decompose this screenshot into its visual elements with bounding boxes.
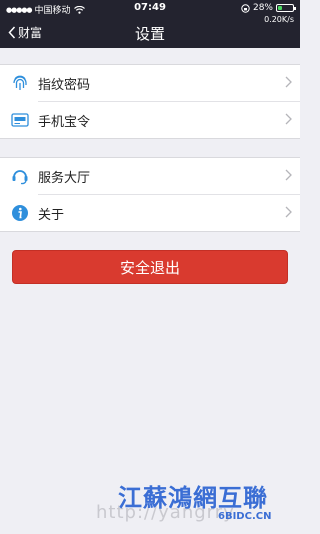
chevron-right-icon <box>285 113 292 125</box>
page-title: 设置 <box>134 25 165 43</box>
chevron-right-icon <box>285 206 292 218</box>
headset-icon <box>10 166 30 186</box>
logout-button[interactable]: 安全退出 <box>12 250 288 284</box>
fingerprint-icon <box>10 73 30 93</box>
row-label: 服务大厅 <box>38 170 91 186</box>
watermark-domain: 6BIDC.CN <box>218 511 272 522</box>
security-group: 指纹密码 手机宝令 <box>0 64 300 139</box>
row-label: 指纹密码 <box>38 77 91 93</box>
service-group: 服务大厅 关于 <box>0 157 300 232</box>
battery-percent: 28% <box>252 3 273 13</box>
info-icon <box>10 203 30 223</box>
watermark-brand: 江蘇鴻網互聯 <box>118 484 268 512</box>
row-label: 关于 <box>38 207 65 223</box>
settings-row-fingerprint[interactable]: 指纹密码 <box>0 65 300 101</box>
settings-row-about[interactable]: 关于 <box>12 194 300 231</box>
token-card-icon <box>10 110 30 130</box>
row-label: 手机宝令 <box>38 114 91 130</box>
navigation-bar: 财富 设置 <box>0 18 300 48</box>
top-bar: ●●●●● 中国移动 07:49 28% 0.20K/s 财富 设置 <box>0 0 300 48</box>
settings-row-service-hall[interactable]: 服务大厅 <box>0 158 300 194</box>
battery-icon <box>276 4 296 12</box>
settings-row-token[interactable]: 手机宝令 <box>11 101 300 138</box>
status-bar: ●●●●● 中国移动 07:49 28% 0.20K/s <box>0 0 300 24</box>
chevron-right-icon <box>285 76 292 88</box>
chevron-right-icon <box>285 169 292 181</box>
rotation-lock-icon <box>241 3 250 13</box>
